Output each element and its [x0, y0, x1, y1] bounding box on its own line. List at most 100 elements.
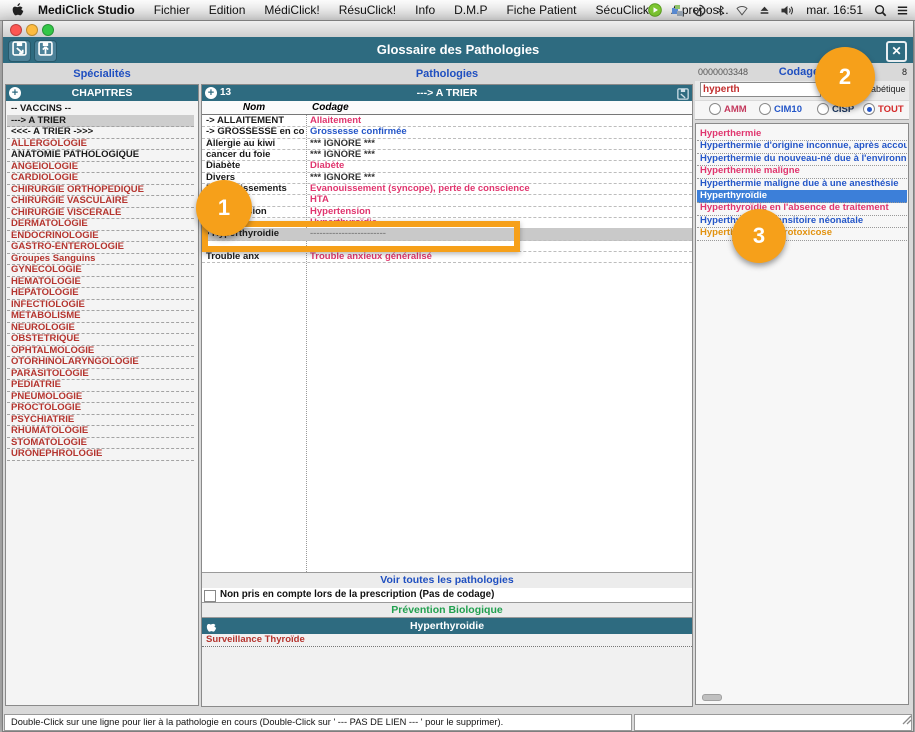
- window-header: Glossaire des Pathologies ✕: [3, 37, 913, 63]
- codage-search-input[interactable]: [700, 82, 821, 97]
- radio-label: TOUT: [878, 104, 904, 115]
- pathology-nom: -> GROSSESSE en cours: [206, 126, 304, 137]
- codage-list: HyperthermieHyperthermie d'origine incon…: [695, 123, 909, 705]
- menu-item[interactable]: D.M.P: [454, 3, 487, 17]
- status-bar: Double-Click sur une ligne pour lier à l…: [3, 707, 913, 731]
- column-nom: Nom: [202, 101, 306, 114]
- table-header: Nom Codage: [202, 101, 692, 115]
- column-codage: Codage: [312, 101, 349, 114]
- codage-item[interactable]: Hyperthermie maligne due à une anesthési…: [697, 178, 907, 191]
- codage-item[interactable]: Hyperthermie d'origine inconnue, après a…: [697, 140, 907, 153]
- menu-item[interactable]: MédiClick!: [264, 3, 319, 17]
- codage-item[interactable]: Hyperthyroïdie thyrotoxicose: [697, 227, 907, 240]
- menu-item[interactable]: RésuClick!: [339, 3, 396, 17]
- pathology-codage: *** IGNORE ***: [310, 149, 690, 160]
- eject-icon[interactable]: [758, 4, 771, 16]
- close-window-button[interactable]: ✕: [886, 41, 907, 62]
- codage-item[interactable]: Hyperthermie du nouveau-né due à l'envir…: [697, 153, 907, 166]
- pathology-codage: *** IGNORE ***: [310, 172, 690, 183]
- pathology-codage: Grossesse confirmée: [310, 126, 690, 137]
- menu-item[interactable]: Fiche Patient: [506, 3, 576, 17]
- atrier-bar-label: ---> A TRIER: [202, 85, 692, 101]
- no-codage-row: Non pris en compte lors de la prescripti…: [202, 588, 692, 603]
- pathology-codage: Diabète: [310, 160, 690, 171]
- no-codage-checkbox[interactable]: [204, 590, 216, 602]
- status-bar-right-box: [634, 714, 912, 731]
- annotation-badge-3: 3: [732, 209, 786, 263]
- menubar-clock[interactable]: mar. 16:51: [806, 3, 863, 17]
- radio-label: CIM10: [774, 104, 802, 115]
- wifi-icon[interactable]: [735, 4, 749, 16]
- pathology-nom: cancer du foie: [206, 149, 304, 160]
- codages-count: 8: [902, 67, 907, 77]
- prevention-title: Prévention Biologique: [202, 603, 692, 618]
- window-titlebar[interactable]: [3, 21, 913, 38]
- radio-amm[interactable]: AMM: [709, 103, 747, 115]
- menu-item[interactable]: Fichier: [154, 3, 190, 17]
- radio-tout[interactable]: TOUT: [863, 103, 904, 115]
- prevention-bar-label: Hyperthyroidie: [202, 618, 692, 634]
- menu-item[interactable]: MediClick Studio: [38, 3, 135, 17]
- radio-cim10[interactable]: CIM10: [759, 103, 802, 115]
- pathology-codage: HTA: [310, 194, 690, 205]
- atrier-bar: + 13 ---> A TRIER: [202, 85, 692, 101]
- codage-item[interactable]: Hyperthermie maligne: [697, 165, 907, 178]
- pathologies-box: + 13 ---> A TRIER Nom Codage -> ALLAITEM…: [201, 84, 693, 707]
- menu-item[interactable]: Info: [415, 3, 435, 17]
- bluetooth-icon[interactable]: [715, 4, 726, 17]
- play-icon[interactable]: [648, 3, 662, 17]
- radio-circle[interactable]: [759, 103, 771, 115]
- chapitres-header-label: CHAPITRES: [6, 85, 198, 101]
- specialites-title: Spécialités: [5, 65, 199, 83]
- minimize-traffic-light[interactable]: [26, 24, 38, 36]
- pathology-codage: Trouble anxieux généralisé: [310, 251, 690, 262]
- pathology-codage: Evanouissement (syncope), perte de consc…: [310, 183, 690, 194]
- codage-filter-radios: AMMCIM10CISPTOUT: [695, 101, 909, 120]
- status-bar-text: Double-Click sur une ligne pour lier à l…: [4, 714, 632, 731]
- notification-center-icon[interactable]: [896, 4, 909, 17]
- codages-header: 0000003348 Codages 8: [695, 65, 909, 80]
- apple-menu-icon[interactable]: [12, 3, 24, 17]
- glossary-window: Glossaire des Pathologies ✕ Spécialités …: [2, 20, 914, 732]
- window-title: Glossaire des Pathologies: [3, 37, 913, 63]
- resize-grip-icon[interactable]: [900, 712, 912, 730]
- annotation-badge-2: 2: [815, 47, 875, 107]
- displays-icon[interactable]: [671, 4, 684, 17]
- radio-circle[interactable]: [817, 103, 829, 115]
- chapter-item[interactable]: URONEPHROLOGIE: [7, 448, 194, 461]
- close-traffic-light[interactable]: [10, 24, 22, 36]
- pathologies-title: Pathologies: [201, 65, 693, 83]
- codage-item[interactable]: Hyperthyroïdie en l'absence de traitemen…: [697, 202, 907, 215]
- window-content: Spécialités + CHAPITRES -- VACCINS -----…: [3, 63, 911, 707]
- codages-panel: 0000003348 Codages 8 ✔ Alphabétique AMM C…: [695, 63, 909, 707]
- menu-item[interactable]: Edition: [209, 3, 246, 17]
- annotation-highlight-rect: [202, 221, 520, 252]
- pathology-nom: Trouble anx: [206, 251, 304, 262]
- prevention-item[interactable]: Surveillance Thyroïde: [202, 634, 692, 647]
- volume-icon[interactable]: [780, 4, 795, 17]
- pathology-nom: -> ALLAITEMENT: [206, 115, 304, 126]
- menu-item[interactable]: SécuClick!: [596, 3, 653, 17]
- pathology-codage: Allaitement: [310, 115, 690, 126]
- chapitres-header: + CHAPITRES: [6, 85, 198, 101]
- pathology-codage: *** IGNORE ***: [310, 138, 690, 149]
- horizontal-scrollbar-thumb[interactable]: [702, 694, 722, 701]
- menubar-status-area: mar. 16:51: [648, 0, 909, 20]
- radio-circle[interactable]: [863, 103, 875, 115]
- codage-item[interactable]: Hyperthyroïdie: [697, 190, 907, 203]
- screen: MediClick Studio Fichier Edition MédiClick!…: [0, 0, 915, 732]
- radio-circle[interactable]: [709, 103, 721, 115]
- chapitres-box: + CHAPITRES -- VACCINS -----> A TRIER<<<…: [5, 84, 199, 706]
- codage-search-row: ✔ Alphabétique: [695, 81, 909, 100]
- spotlight-icon[interactable]: [874, 4, 887, 17]
- see-all-pathologies-link[interactable]: Voir toutes les pathologies: [202, 572, 692, 589]
- codage-item[interactable]: Hyperthermie: [697, 128, 907, 141]
- prevention-bar: Hyperthyroidie: [202, 618, 692, 634]
- time-machine-icon[interactable]: [693, 4, 706, 17]
- zoom-traffic-light[interactable]: [42, 24, 54, 36]
- menu-items: MediClick Studio Fichier Edition MédiClick!…: [38, 3, 748, 17]
- pathology-row[interactable]: Trouble anx Trouble anxieux généralisé: [202, 251, 692, 263]
- pathology-nom: Allergie au kiwi: [206, 138, 304, 149]
- codage-item[interactable]: Hyperthyroïdie transitoire néonatale: [697, 215, 907, 228]
- pathology-codage: Hypertension: [310, 206, 690, 217]
